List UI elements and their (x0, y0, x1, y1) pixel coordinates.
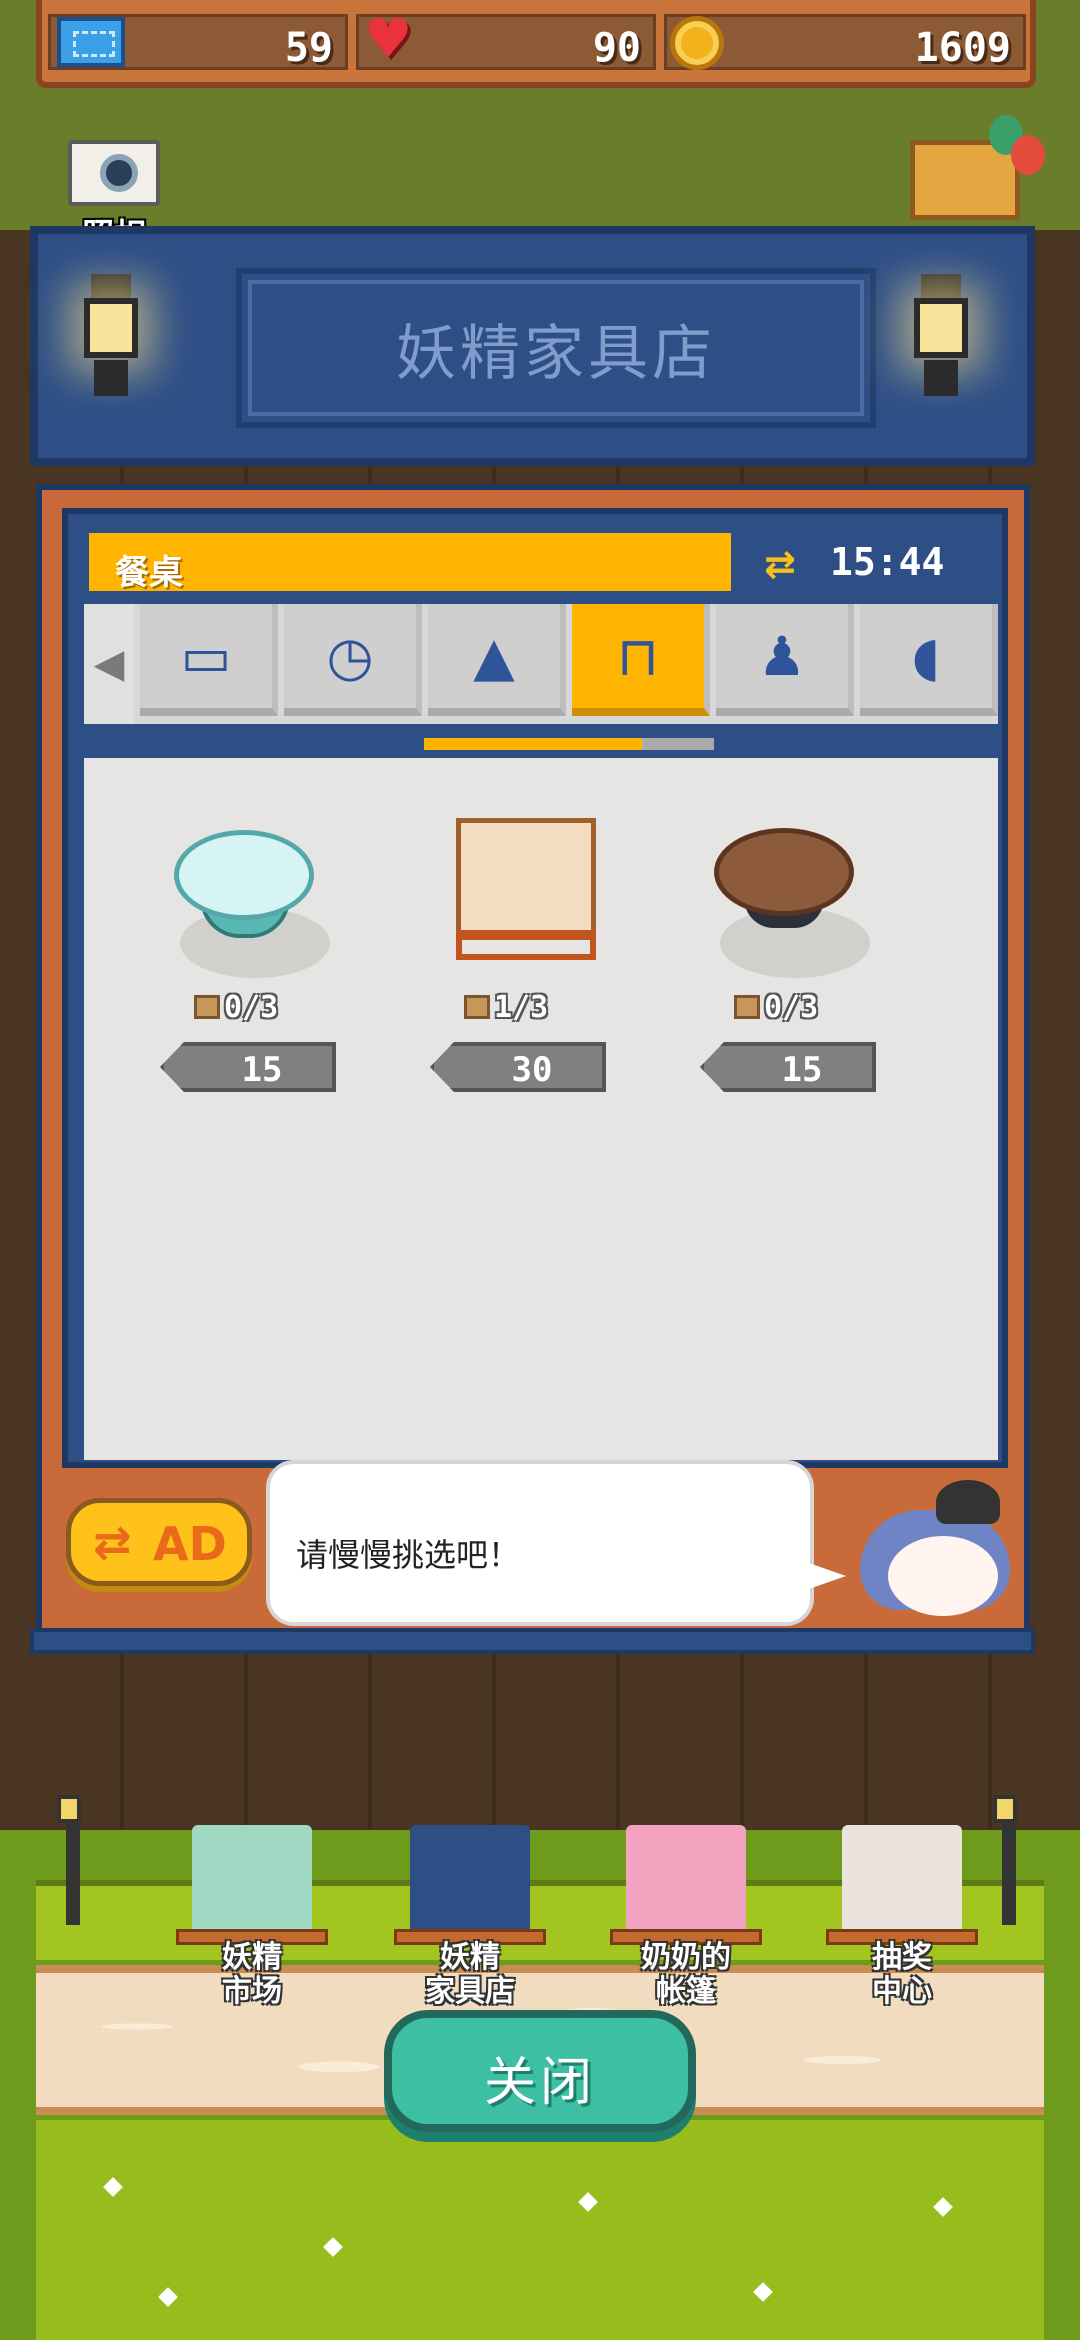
nav-lottery-center[interactable]: 抽奖 中心 (812, 1825, 992, 2025)
flower-icon (578, 2192, 598, 2212)
refresh-timer-text: 15:44 (830, 540, 945, 584)
refresh-timer: ⇄ 15:44 (744, 528, 998, 596)
nav-fairy-market[interactable]: 妖精 市场 (162, 1825, 342, 2025)
price-tag[interactable]: 15 (160, 1042, 336, 1092)
lottery-building-icon (842, 1825, 962, 1935)
ceiling-lamp-icon: ▲ (473, 624, 515, 688)
shopkeeper-cat-icon (854, 1480, 1024, 1630)
close-button[interactable]: 关闭 (384, 2010, 696, 2132)
tent-building-icon (626, 1825, 746, 1935)
refresh-icon: ⇄ (93, 1515, 132, 1569)
camera-icon (68, 140, 160, 206)
shop-item-round-wood-table[interactable]: 0/3 15 (700, 818, 920, 1118)
tab-chair[interactable]: ♟ (716, 604, 854, 716)
tab-rug[interactable]: ▭ (140, 604, 278, 716)
nav-fairy-furniture-shop[interactable]: 妖精 家具店 (380, 1825, 560, 2025)
tab-scroll-indicator (424, 738, 714, 750)
nav-label: 抽奖 中心 (872, 1940, 932, 2009)
tab-scroll-indicator-fill (424, 738, 642, 750)
shop-inner-frame: 餐桌 ⇄ 15:44 ◀ ▭ ◷ ▲ ⊓ ♟ ◖ 0/3 15 1/3 30 0… (62, 508, 1008, 1468)
ticket-icon (57, 17, 125, 67)
tab-mirror[interactable]: ◖ (860, 604, 998, 716)
shop-panel: 餐桌 ⇄ 15:44 ◀ ▭ ◷ ▲ ⊓ ♟ ◖ 0/3 15 1/3 30 0… (36, 484, 1030, 1648)
lantern-icon (76, 274, 146, 404)
lamp-post-icon (57, 1795, 81, 1925)
ad-label: AD (153, 1517, 227, 1571)
mirror-icon: ◖ (911, 624, 941, 688)
price-tag[interactable]: 30 (430, 1042, 606, 1092)
item-stock: 0/3 (194, 990, 364, 1025)
shop-item-wooden-table[interactable]: 1/3 30 (430, 818, 650, 1118)
clock-icon: ◷ (326, 624, 374, 688)
refresh-icon: ⇄ (764, 542, 796, 586)
close-label: 关闭 (483, 2053, 596, 2113)
shop-header: 妖精家具店 (30, 226, 1035, 466)
shop-item-glass-table[interactable]: 0/3 15 (160, 818, 380, 1118)
item-price: 15 (241, 1050, 283, 1090)
notice-board-icon[interactable] (910, 115, 1045, 220)
shop-title: 妖精家具店 (396, 318, 716, 389)
tab-table[interactable]: ⊓ (572, 604, 710, 716)
rug-icon: ▭ (180, 624, 232, 688)
tab-ceiling-lamp[interactable]: ▲ (428, 604, 566, 716)
flower-icon (753, 2282, 773, 2302)
box-icon (464, 995, 490, 1019)
item-price: 15 (781, 1050, 823, 1090)
speech-bubble: 请慢慢挑选吧！ (266, 1460, 846, 1626)
flower-icon (323, 2237, 343, 2257)
category-bar: 餐桌 (84, 528, 736, 596)
dialog-text: 请慢慢挑选吧！ (296, 1536, 521, 1574)
nav-grandma-tent[interactable]: 奶奶的 帐篷 (596, 1825, 776, 2025)
tab-clock[interactable]: ◷ (284, 604, 422, 716)
ticket-counter: 59 (48, 14, 348, 71)
chair-icon: ♟ (757, 624, 807, 688)
furniture-shop-building-icon (410, 1825, 530, 1935)
heart-icon: ♥ (364, 7, 413, 70)
box-icon (194, 995, 220, 1019)
item-price: 30 (511, 1050, 553, 1090)
ticket-count: 59 (284, 25, 333, 71)
nav-label: 奶奶的 帐篷 (641, 1940, 731, 2009)
category-label: 餐桌 (115, 553, 183, 593)
coin-count: 1609 (914, 25, 1011, 71)
flower-icon (933, 2197, 953, 2217)
lawn-area (36, 2120, 1044, 2340)
bottom-navigation: 妖精 市场 妖精 家具店 奶奶的 帐篷 抽奖 中心 (36, 1795, 1044, 2009)
shop-footer-bar (30, 1628, 1035, 1654)
item-stock: 0/3 (734, 990, 904, 1025)
ad-refresh-button[interactable]: ⇄ AD (66, 1498, 252, 1586)
box-icon (734, 995, 760, 1019)
items-grid: 0/3 15 1/3 30 0/3 15 (84, 758, 998, 1460)
shop-title-panel: 妖精家具店 (236, 268, 876, 428)
lamp-post-icon (993, 1795, 1017, 1925)
lantern-icon (906, 274, 976, 404)
flower-icon (103, 2177, 123, 2197)
tabs-left-arrow-icon[interactable]: ◀ (84, 604, 134, 724)
wooden-table-icon (456, 818, 596, 938)
market-building-icon (192, 1825, 312, 1935)
coin-icon (670, 16, 724, 70)
item-stock: 1/3 (464, 990, 634, 1025)
flower-icon (158, 2287, 178, 2307)
heart-count: 90 (592, 25, 641, 71)
price-tag[interactable]: 15 (700, 1042, 876, 1092)
table-icon: ⊓ (616, 624, 660, 688)
resource-bar: 59 90 ♥ 1609 (36, 0, 1036, 88)
nav-label: 妖精 市场 (222, 1940, 282, 2009)
nav-label: 妖精 家具店 (425, 1940, 515, 2009)
category-tabs: ◀ ▭ ◷ ▲ ⊓ ♟ ◖ (84, 604, 998, 724)
